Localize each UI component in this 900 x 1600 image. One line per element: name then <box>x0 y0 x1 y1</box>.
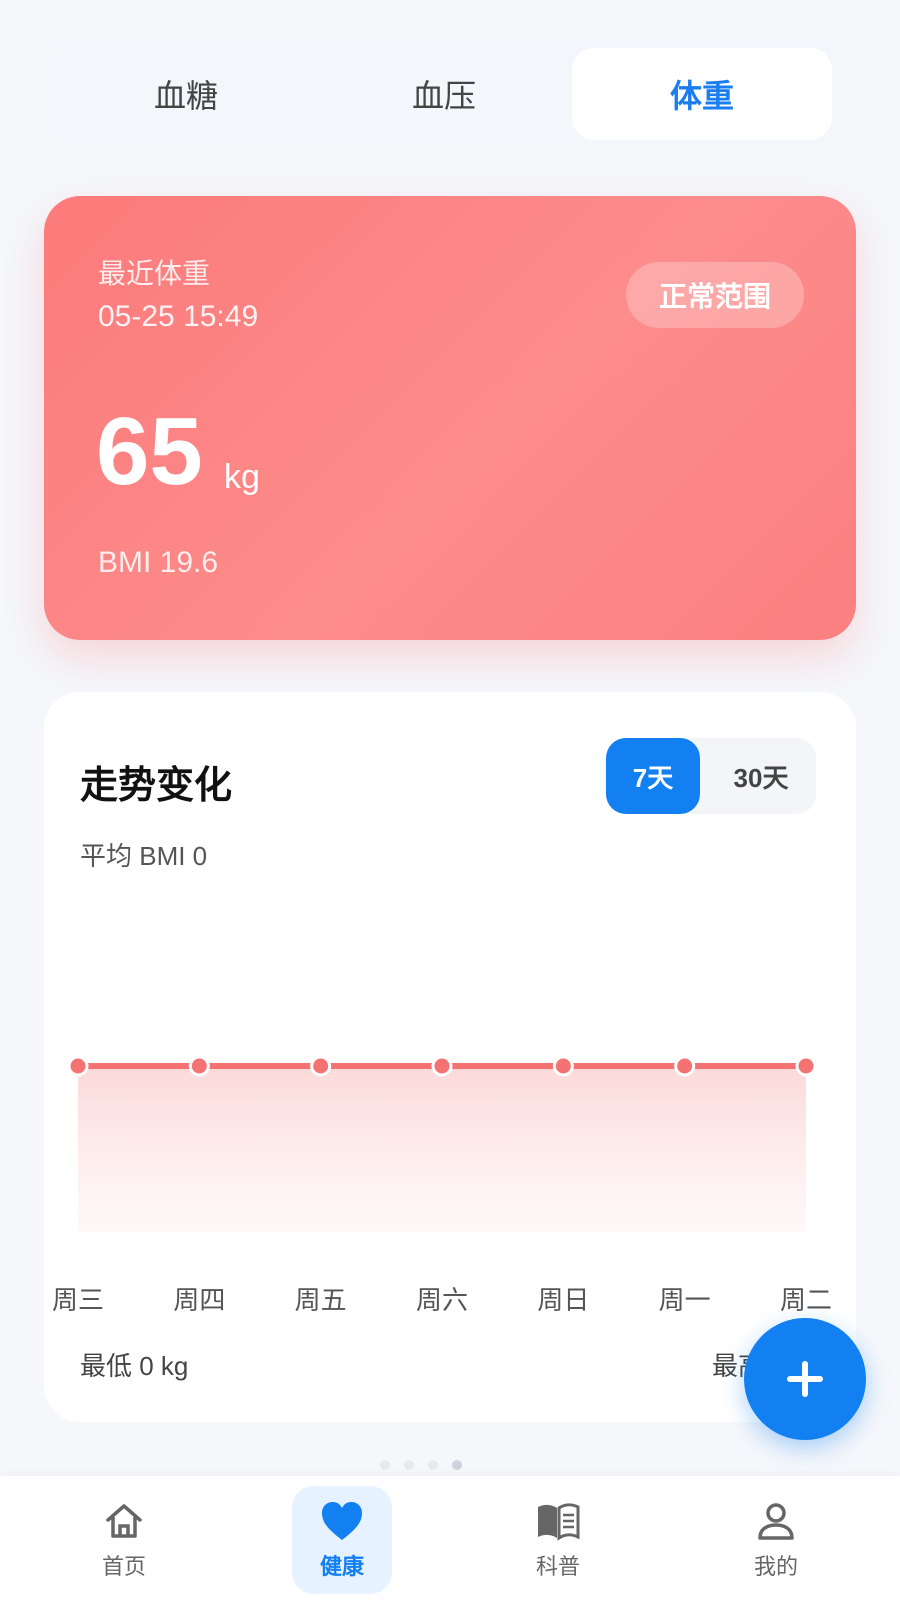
nav-label-health: 健康 <box>319 1554 364 1579</box>
x-axis-label: 周四 <box>173 1285 226 1315</box>
bmi-value: BMI 19.6 <box>98 546 219 579</box>
nav-item-education[interactable]: 科普 <box>508 1486 608 1594</box>
trend-chart <box>67 1055 817 1232</box>
status-badge: 正常范围 <box>626 262 804 328</box>
chart-point-6 <box>795 1055 817 1077</box>
x-axis-label: 周三 <box>51 1285 104 1315</box>
weight-value: 65 <box>96 398 203 505</box>
home-icon <box>106 1504 142 1538</box>
min-weight: 最低 0 kg <box>80 1351 189 1381</box>
nav-label-profile: 我的 <box>753 1554 798 1579</box>
trend-card: 走势变化 7天 30天 平均 BMI 0 周三 周四 周五 周六 周日 周一 周二 最低 0… <box>44 692 856 1422</box>
page-dot <box>428 1460 438 1470</box>
x-axis-label: 周二 <box>779 1285 832 1315</box>
chart-point-4 <box>552 1055 574 1077</box>
book-icon <box>538 1503 580 1541</box>
user-icon <box>758 1503 794 1540</box>
page-dot <box>380 1460 390 1470</box>
chart-point-3 <box>431 1055 453 1077</box>
recent-weight-label: 最近体重 <box>98 258 211 289</box>
nav-item-home[interactable]: 首页 <box>74 1486 174 1594</box>
x-axis-label: 周日 <box>537 1285 590 1315</box>
chart-point-2 <box>310 1055 332 1077</box>
bottom-navigation: 首页 健康 科普 我的 <box>0 1476 900 1600</box>
chart-area-fill <box>78 1066 806 1232</box>
tab-weight[interactable]: 体重 <box>572 48 832 140</box>
nav-item-profile[interactable]: 我的 <box>726 1486 826 1594</box>
page-dot <box>404 1460 414 1470</box>
chart-point-1 <box>188 1055 210 1077</box>
page-dot-active <box>452 1460 462 1470</box>
plus-icon <box>787 1361 823 1397</box>
x-axis-label: 周五 <box>294 1285 347 1315</box>
add-record-button[interactable] <box>744 1318 866 1440</box>
heart-icon <box>322 1502 362 1540</box>
nav-label-education: 科普 <box>535 1554 580 1579</box>
x-axis-label: 周六 <box>415 1285 468 1315</box>
tab-blood-sugar[interactable]: 血糖 <box>56 48 316 140</box>
weight-summary-card: 最近体重 05-25 15:49 正常范围 65 kg BMI 19.6 <box>44 196 856 640</box>
weight-unit: kg <box>224 458 260 496</box>
chart-point-5 <box>674 1055 696 1077</box>
tab-blood-pressure[interactable]: 血压 <box>314 48 574 140</box>
page-indicator <box>380 1460 462 1470</box>
nav-label-home: 首页 <box>101 1554 146 1579</box>
recent-weight-timestamp: 05-25 15:49 <box>98 300 259 333</box>
nav-item-health[interactable]: 健康 <box>292 1486 392 1594</box>
x-axis-label: 周一 <box>658 1285 711 1315</box>
chart-point-0 <box>67 1055 89 1077</box>
metric-tabs: 血糖 血压 体重 <box>48 40 844 150</box>
